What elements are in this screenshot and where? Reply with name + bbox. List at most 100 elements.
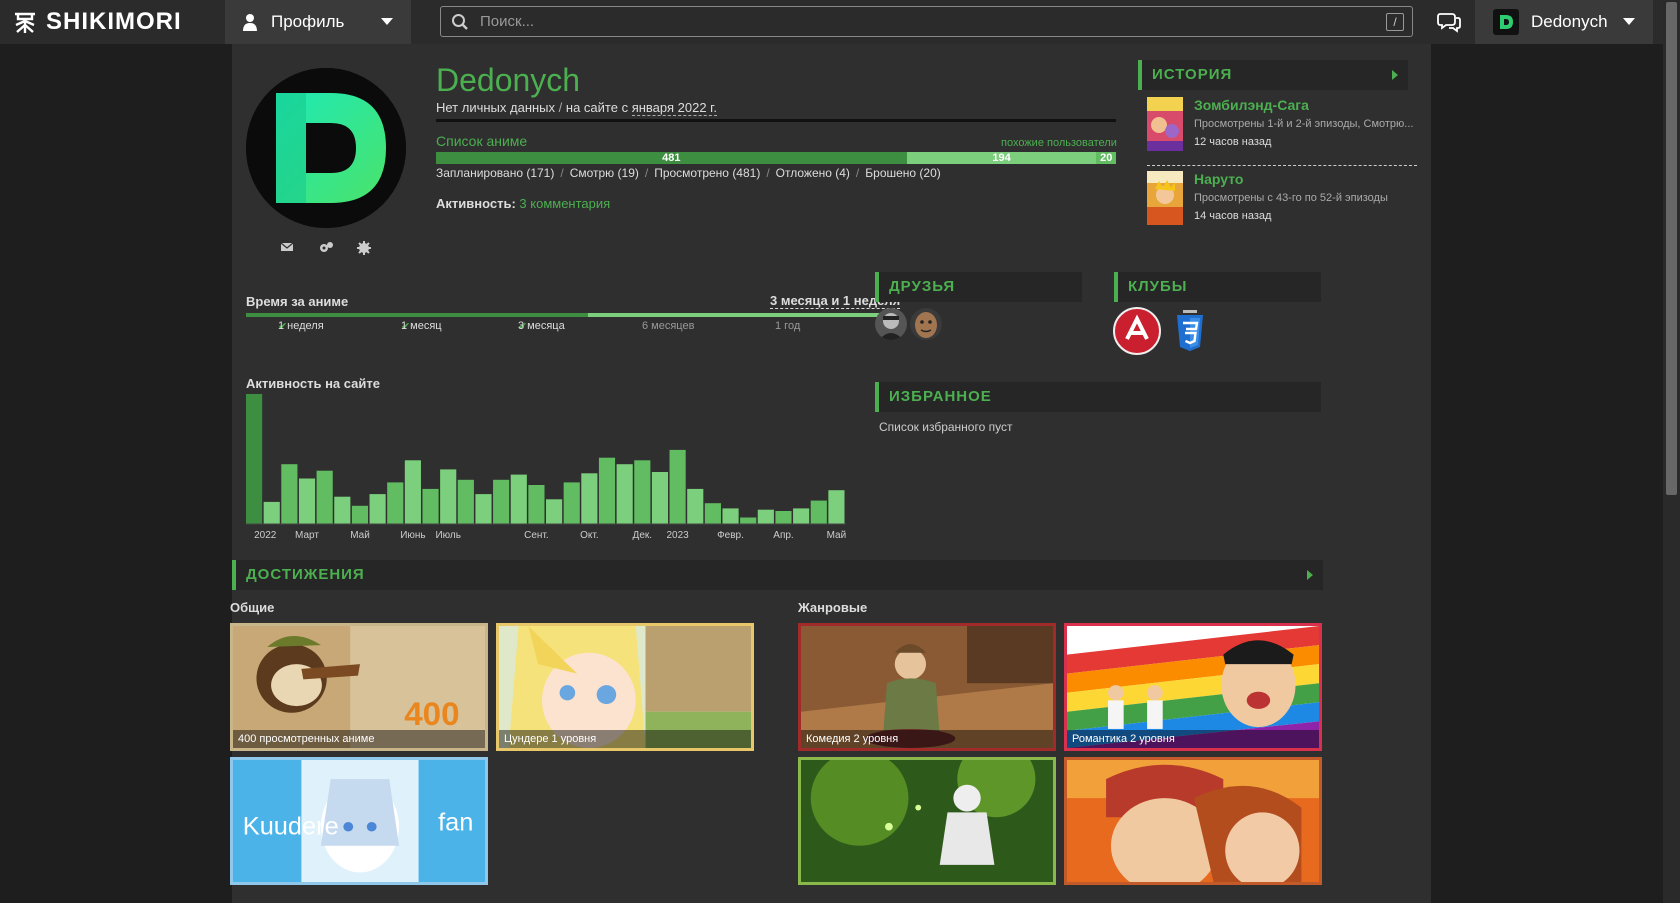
activity-bar[interactable]: [634, 460, 651, 524]
activity-bar[interactable]: [581, 473, 598, 524]
activity-bar[interactable]: [740, 517, 757, 525]
activity-x-label: Июнь: [400, 530, 425, 541]
anime-list-bar[interactable]: 481 194 20: [436, 152, 1116, 164]
activity-bar[interactable]: [281, 464, 298, 524]
club-animedia-logo[interactable]: [1113, 307, 1161, 355]
activity-x-label: Сент.: [524, 530, 549, 541]
history-poster: [1147, 171, 1183, 225]
activity-bar[interactable]: [387, 482, 404, 524]
activity-bar[interactable]: [246, 394, 263, 524]
activity-bar[interactable]: [334, 496, 351, 524]
activity-bar[interactable]: [528, 485, 545, 524]
add-friend-icon[interactable]: [318, 240, 334, 256]
history-item[interactable]: Зомбилэнд-Сага Просмотрены 1-й и 2-й эпи…: [1147, 97, 1417, 157]
activity-bar[interactable]: [598, 457, 616, 524]
achievements-general-title: Общие: [230, 600, 275, 615]
separator: /: [766, 166, 770, 180]
logo-text: SHIKIMORI: [46, 8, 182, 35]
profile-menu[interactable]: Профиль: [225, 0, 411, 44]
activity-x-label: Дек.: [633, 530, 653, 541]
activity-bar[interactable]: [404, 460, 421, 524]
bar-other: 20: [1096, 152, 1116, 164]
achievement-card[interactable]: 400 400 просмотренных аниме: [230, 623, 488, 751]
achievements-title: ДОСТИЖЕНИЯ: [246, 566, 365, 583]
stat-on-hold[interactable]: Отложено (4): [776, 166, 850, 180]
scrollbar[interactable]: [1663, 0, 1680, 903]
user-icon: [243, 14, 257, 31]
activity-x-label: Май: [350, 530, 370, 541]
activity-bar[interactable]: [828, 490, 845, 524]
friend-avatar[interactable]: [875, 308, 907, 340]
history-item-desc: Просмотрены 1-й и 2-й эпизоды, Смотрю...: [1194, 118, 1414, 130]
activity-bar[interactable]: [651, 472, 669, 524]
similar-users-link[interactable]: похожие пользователи: [1001, 137, 1117, 149]
friends-title: ДРУЗЬЯ: [889, 278, 956, 295]
activity-bar[interactable]: [687, 488, 704, 524]
divider: [436, 119, 1116, 122]
activity-bar[interactable]: [440, 469, 457, 524]
activity-bar[interactable]: [422, 488, 439, 524]
activity-bar[interactable]: [369, 494, 386, 524]
mail-icon[interactable]: [280, 240, 296, 256]
friend-avatar[interactable]: [910, 308, 942, 340]
search-box[interactable]: /: [440, 6, 1413, 37]
chat-icon[interactable]: [1437, 11, 1461, 33]
user-menu[interactable]: Dedonych: [1475, 0, 1653, 44]
favourites-title: ИЗБРАННОЕ: [889, 388, 992, 405]
history-item[interactable]: Наруто Просмотрены с 43-го по 52-й эпизо…: [1147, 171, 1417, 231]
achievement-art-text: fan: [438, 809, 473, 837]
friends-header[interactable]: ДРУЗЬЯ: [875, 272, 1082, 302]
activity-bar[interactable]: [475, 494, 492, 524]
achievement-card[interactable]: Цундере 1 уровня: [496, 623, 754, 751]
activity-bar[interactable]: [775, 511, 792, 524]
shikimori-logo-icon: [12, 9, 38, 35]
achievements-genre-title: Жанровые: [798, 600, 868, 615]
site-logo[interactable]: SHIKIMORI: [12, 8, 182, 36]
stat-dropped[interactable]: Брошено (20): [865, 166, 941, 180]
search-input[interactable]: [480, 13, 1360, 30]
activity-bar[interactable]: [757, 509, 774, 524]
activity-bar[interactable]: [316, 470, 333, 524]
history-item-title[interactable]: Зомбилэнд-Сага: [1194, 97, 1309, 113]
scrollbar-thumb[interactable]: [1666, 2, 1677, 495]
activity-bar[interactable]: [616, 464, 633, 524]
stat-planned[interactable]: Запланировано (171): [436, 166, 554, 180]
activity-x-label: Окт.: [580, 530, 599, 541]
on-site-since[interactable]: января 2022 г.: [631, 100, 717, 116]
arrow-right-icon: [1307, 570, 1313, 580]
history-item-title[interactable]: Наруто: [1194, 171, 1243, 187]
arrow-right-icon: [1392, 70, 1398, 80]
activity-bar[interactable]: [298, 478, 316, 525]
activity-bar[interactable]: [263, 501, 280, 524]
anime-list-title[interactable]: Список аниме: [436, 133, 527, 149]
activity-bar[interactable]: [669, 449, 686, 524]
achievement-card[interactable]: [798, 757, 1056, 885]
settings-gear-icon[interactable]: [356, 240, 372, 256]
separator: /: [644, 166, 649, 180]
activity-bar[interactable]: [546, 499, 563, 524]
history-item-desc: Просмотрены с 43-го по 52-й эпизоды: [1194, 192, 1388, 204]
achievement-card[interactable]: [1064, 757, 1322, 885]
activity-bar[interactable]: [493, 479, 510, 524]
achievement-card[interactable]: Комедия 2 уровня: [798, 623, 1056, 751]
favourites-header[interactable]: ИЗБРАННОЕ: [875, 382, 1321, 412]
achievement-card[interactable]: Романтика 2 уровня: [1064, 623, 1322, 751]
activity-bar[interactable]: [722, 508, 739, 524]
activity-bar[interactable]: [563, 482, 580, 524]
club-css3-logo[interactable]: [1166, 307, 1214, 355]
activity-bar[interactable]: [510, 474, 527, 524]
comments-link[interactable]: 3 комментария: [519, 196, 610, 211]
stat-completed[interactable]: Просмотрено (481): [654, 166, 760, 180]
clubs-header[interactable]: КЛУБЫ: [1114, 272, 1321, 302]
activity-bar[interactable]: [351, 505, 369, 524]
activity-bar[interactable]: [793, 508, 810, 524]
stat-watching[interactable]: Смотрю (19): [570, 166, 639, 180]
history-header[interactable]: ИСТОРИЯ: [1138, 60, 1408, 90]
activity-bar[interactable]: [457, 479, 474, 524]
activity-bar[interactable]: [810, 500, 827, 524]
achievement-card[interactable]: Kuudere fan: [230, 757, 488, 885]
separator: /: [560, 166, 564, 180]
achievements-header[interactable]: ДОСТИЖЕНИЯ: [232, 560, 1323, 590]
favourites-empty-text: Список избранного пуст: [879, 420, 1013, 434]
activity-bar[interactable]: [704, 503, 721, 524]
